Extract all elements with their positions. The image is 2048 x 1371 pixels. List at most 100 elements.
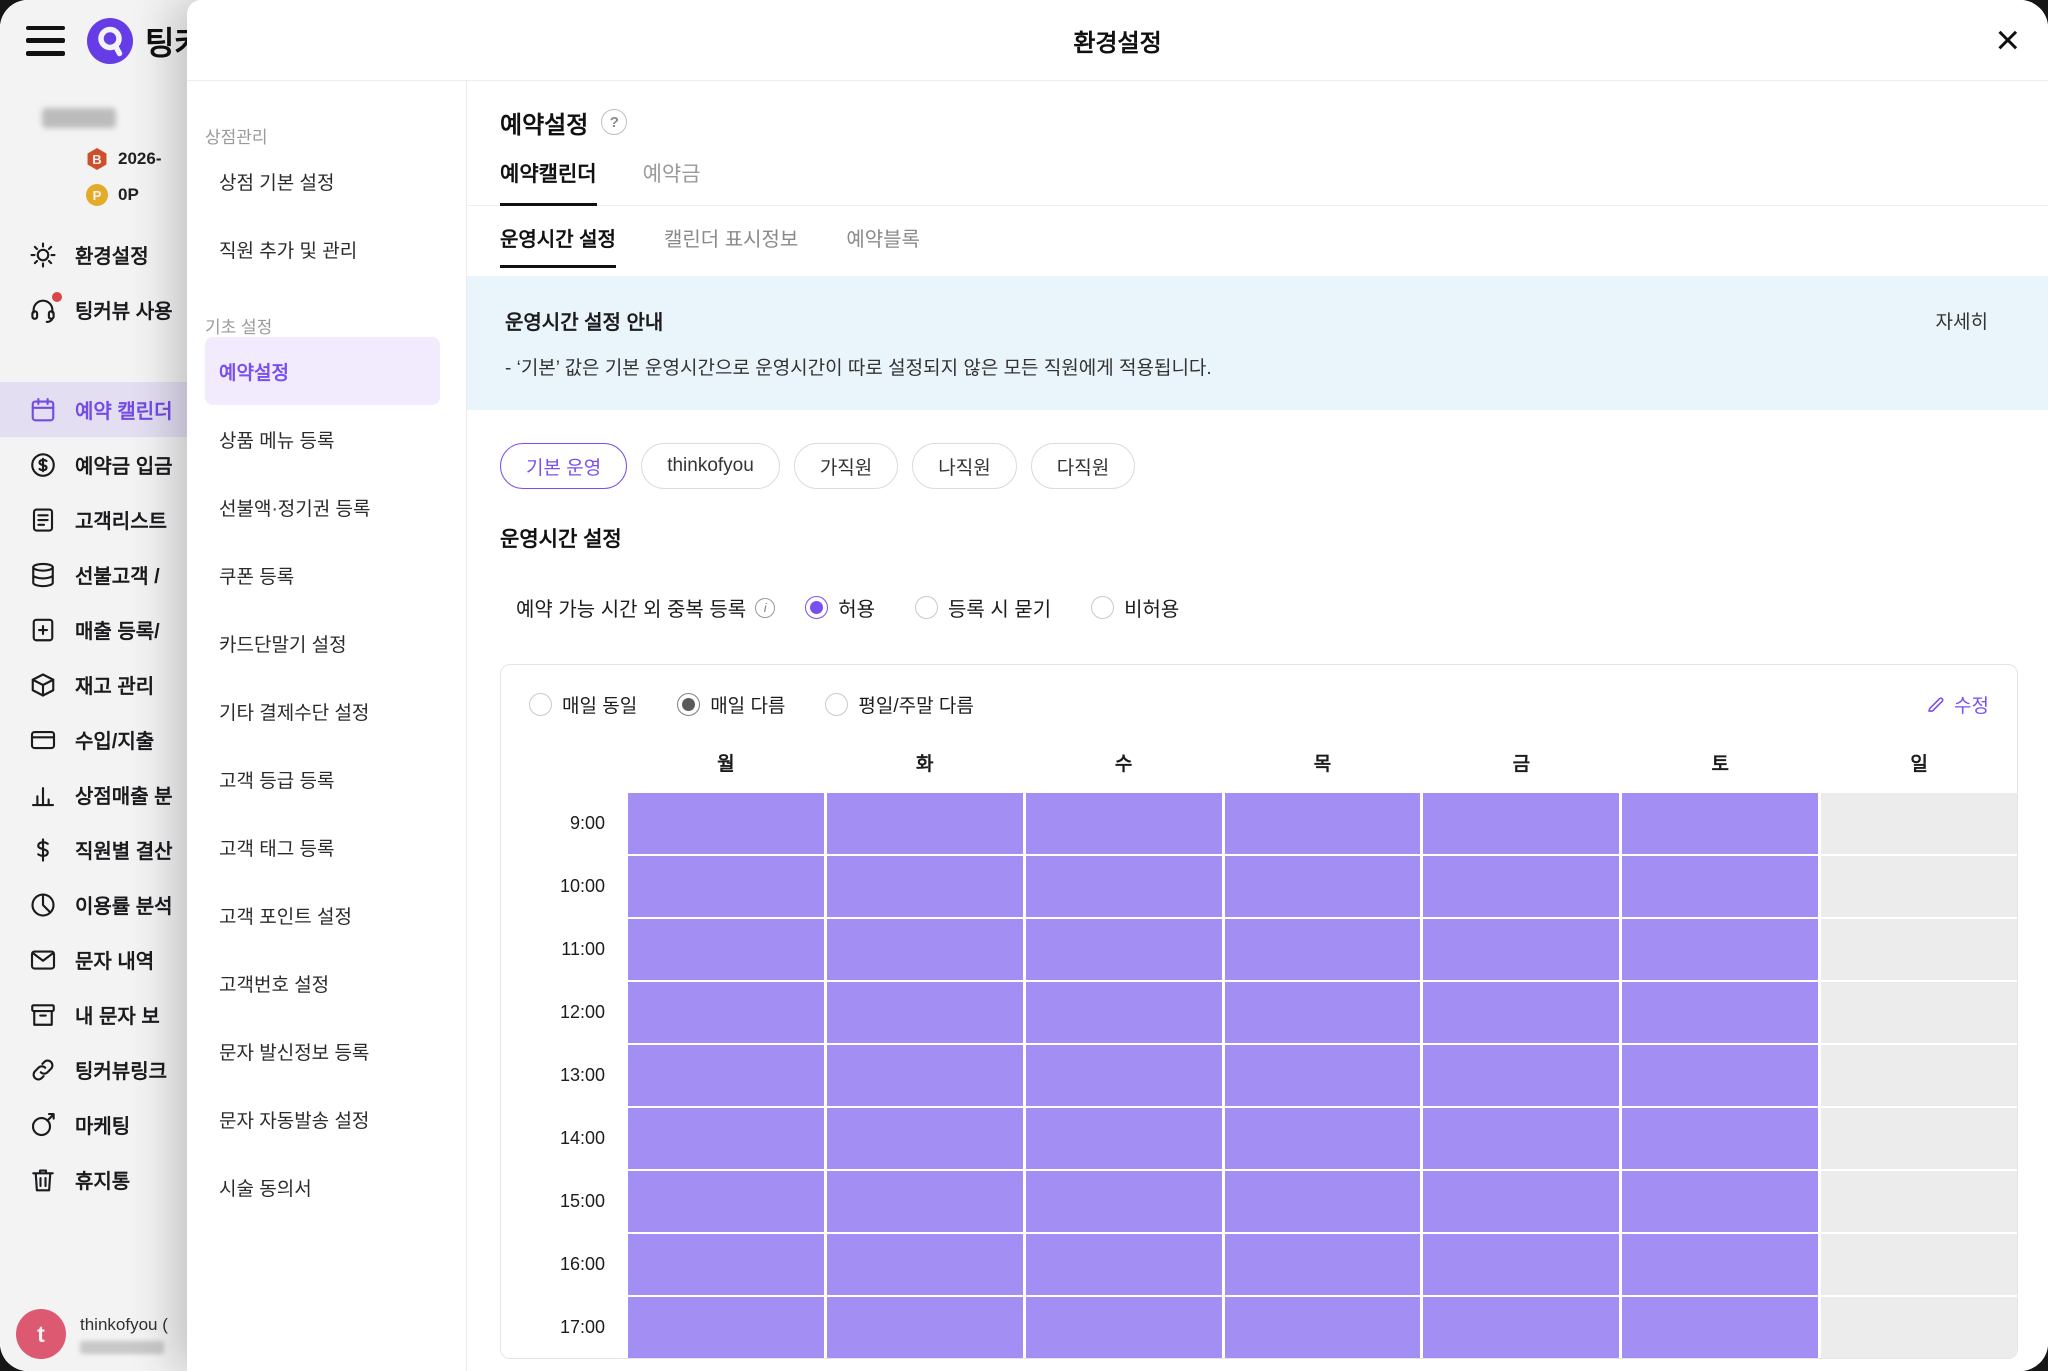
- sidebar-item-support[interactable]: 팅커뷰 사용: [0, 282, 187, 337]
- schedule-cell[interactable]: [1622, 1297, 1818, 1358]
- sidebar-item-inventory[interactable]: 재고 관리: [0, 657, 187, 712]
- notice-more-link[interactable]: 자세히: [1936, 307, 1988, 334]
- subtab[interactable]: 캘린더 표시정보: [664, 206, 798, 268]
- schedule-cell[interactable]: [827, 982, 1023, 1043]
- settings-nav-item[interactable]: 상점 기본 설정: [205, 147, 440, 215]
- schedule-cell[interactable]: [1821, 1234, 2017, 1295]
- schedule-cell[interactable]: [827, 919, 1023, 980]
- schedule-cell[interactable]: [628, 919, 824, 980]
- schedule-cell[interactable]: [1423, 1045, 1619, 1106]
- schedule-cell[interactable]: [628, 1297, 824, 1358]
- schedule-cell[interactable]: [1026, 919, 1222, 980]
- schedule-cell[interactable]: [1225, 1108, 1421, 1169]
- schedule-cell[interactable]: [628, 1234, 824, 1295]
- radio-option[interactable]: 평일/주말 다름: [825, 691, 973, 718]
- schedule-cell[interactable]: [1821, 1171, 2017, 1232]
- sidebar-item-reservation-calendar[interactable]: 예약 캘린더: [0, 382, 187, 437]
- tab[interactable]: 예약금: [643, 158, 701, 205]
- radio-circle[interactable]: [529, 693, 552, 716]
- sidebar-item-settings[interactable]: 환경설정: [0, 227, 187, 282]
- staff-chip[interactable]: 기본 운영: [500, 443, 627, 489]
- menu-icon[interactable]: [26, 26, 65, 56]
- settings-nav-item[interactable]: 문자 자동발송 설정: [205, 1085, 440, 1153]
- schedule-cell[interactable]: [1225, 919, 1421, 980]
- shop-name-row[interactable]: [0, 95, 187, 141]
- schedule-cell[interactable]: [628, 982, 824, 1043]
- schedule-cell[interactable]: [1225, 982, 1421, 1043]
- radio-circle[interactable]: [825, 693, 848, 716]
- schedule-cell[interactable]: [1026, 982, 1222, 1043]
- schedule-cell[interactable]: [1026, 1171, 1222, 1232]
- user-profile[interactable]: t thinkofyou (: [0, 1309, 168, 1359]
- staff-chip[interactable]: thinkofyou: [641, 443, 780, 489]
- subtab[interactable]: 예약블록: [846, 206, 920, 268]
- sidebar-item-sales-register[interactable]: 매출 등록/: [0, 602, 187, 657]
- settings-nav-item[interactable]: 문자 발신정보 등록: [205, 1017, 440, 1085]
- schedule-cell[interactable]: [1821, 1108, 2017, 1169]
- radio-option[interactable]: 비허용: [1091, 593, 1179, 622]
- settings-nav-item[interactable]: 카드단말기 설정: [205, 609, 440, 677]
- schedule-cell[interactable]: [628, 793, 824, 854]
- schedule-cell[interactable]: [1821, 982, 2017, 1043]
- settings-nav-item[interactable]: 직원 추가 및 관리: [205, 215, 440, 283]
- schedule-cell[interactable]: [1225, 793, 1421, 854]
- schedule-cell[interactable]: [827, 793, 1023, 854]
- sidebar-item-staff-settlement[interactable]: 직원별 결산: [0, 822, 187, 877]
- sidebar-item-prepaid-customers[interactable]: 선불고객 /: [0, 547, 187, 602]
- staff-chip[interactable]: 다직원: [1031, 443, 1135, 489]
- settings-nav-item[interactable]: 예약설정: [205, 337, 440, 405]
- schedule-cell[interactable]: [1821, 1297, 2017, 1358]
- schedule-cell[interactable]: [1423, 856, 1619, 917]
- schedule-cell[interactable]: [1622, 793, 1818, 854]
- settings-nav-item[interactable]: 고객 태그 등록: [205, 813, 440, 881]
- radio-circle[interactable]: [1091, 596, 1114, 619]
- staff-chip[interactable]: 가직원: [794, 443, 898, 489]
- schedule-cell[interactable]: [1026, 1045, 1222, 1106]
- schedule-cell[interactable]: [1225, 1234, 1421, 1295]
- schedule-cell[interactable]: [1622, 1045, 1818, 1106]
- subtab[interactable]: 운영시간 설정: [500, 206, 616, 268]
- schedule-cell[interactable]: [1821, 919, 2017, 980]
- close-icon[interactable]: ×: [1995, 19, 2020, 61]
- schedule-cell[interactable]: [1622, 1108, 1818, 1169]
- radio-circle[interactable]: [805, 596, 828, 619]
- settings-nav-item[interactable]: 고객번호 설정: [205, 949, 440, 1017]
- settings-nav-item[interactable]: 상품 메뉴 등록: [205, 405, 440, 473]
- help-icon[interactable]: ?: [601, 109, 627, 135]
- sidebar-item-deposit[interactable]: 예약금 입금: [0, 437, 187, 492]
- schedule-cell[interactable]: [827, 1297, 1023, 1358]
- sidebar-item-trash[interactable]: 휴지통: [0, 1152, 187, 1207]
- settings-nav-item[interactable]: 기타 결제수단 설정: [205, 677, 440, 745]
- schedule-cell[interactable]: [1622, 919, 1818, 980]
- radio-option[interactable]: 등록 시 묻기: [915, 593, 1051, 622]
- schedule-cell[interactable]: [1423, 982, 1619, 1043]
- schedule-cell[interactable]: [1026, 793, 1222, 854]
- schedule-cell[interactable]: [827, 1234, 1023, 1295]
- schedule-cell[interactable]: [827, 1171, 1023, 1232]
- schedule-cell[interactable]: [1622, 1171, 1818, 1232]
- sidebar-item-sms-history[interactable]: 문자 내역: [0, 932, 187, 987]
- schedule-cell[interactable]: [1423, 1108, 1619, 1169]
- schedule-cell[interactable]: [1622, 982, 1818, 1043]
- schedule-cell[interactable]: [1423, 1297, 1619, 1358]
- sidebar-item-link[interactable]: 팅커뷰링크: [0, 1042, 187, 1097]
- staff-chip[interactable]: 나직원: [912, 443, 1016, 489]
- schedule-cell[interactable]: [1423, 1171, 1619, 1232]
- sidebar-item-usage-analysis[interactable]: 이용률 분석: [0, 877, 187, 932]
- settings-nav-item[interactable]: 고객 포인트 설정: [205, 881, 440, 949]
- info-icon[interactable]: i: [755, 598, 775, 618]
- settings-nav-item[interactable]: 시술 동의서: [205, 1153, 440, 1221]
- settings-nav-item[interactable]: 고객 등급 등록: [205, 745, 440, 813]
- schedule-cell[interactable]: [1225, 1171, 1421, 1232]
- schedule-cell[interactable]: [1225, 1297, 1421, 1358]
- sidebar-item-sms-box[interactable]: 내 문자 보: [0, 987, 187, 1042]
- radio-option[interactable]: 매일 다름: [677, 691, 785, 718]
- schedule-cell[interactable]: [1225, 856, 1421, 917]
- schedule-cell[interactable]: [1026, 1108, 1222, 1169]
- schedule-cell[interactable]: [1821, 793, 2017, 854]
- schedule-cell[interactable]: [1622, 856, 1818, 917]
- schedule-cell[interactable]: [1423, 1234, 1619, 1295]
- sidebar-item-marketing[interactable]: 마케팅: [0, 1097, 187, 1152]
- sidebar-item-income-expense[interactable]: 수입/지출: [0, 712, 187, 767]
- radio-option[interactable]: 매일 동일: [529, 691, 637, 718]
